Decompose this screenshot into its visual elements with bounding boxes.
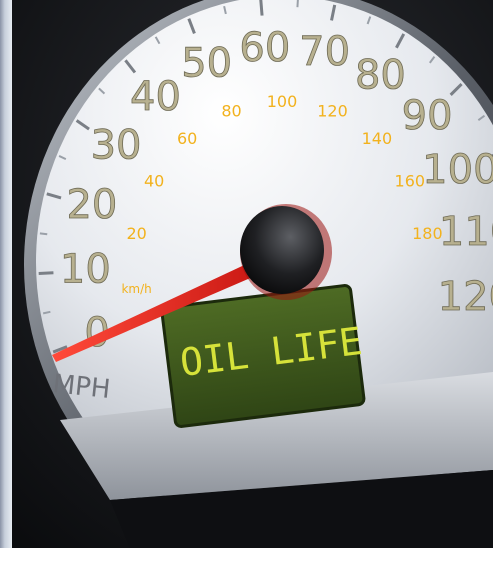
mph-label: 30 bbox=[91, 123, 142, 169]
mph-label: 80 bbox=[355, 53, 406, 99]
mph-label: 10 bbox=[60, 246, 111, 292]
unit-label: MPH bbox=[51, 369, 111, 405]
kmh-label: 160 bbox=[395, 172, 426, 191]
kmh-label: 140 bbox=[362, 129, 393, 148]
mph-label: 120 bbox=[438, 274, 493, 320]
needle-hub bbox=[240, 206, 324, 294]
mph-label: 60 bbox=[239, 25, 290, 71]
mph-label: 40 bbox=[130, 74, 181, 120]
major-tick bbox=[259, 0, 264, 16]
mph-label: 110 bbox=[439, 209, 493, 255]
mph-label: 90 bbox=[402, 93, 453, 139]
kmh-label: 120 bbox=[317, 102, 348, 121]
kmh-label: 20 bbox=[126, 224, 146, 243]
bottom-border bbox=[0, 548, 493, 574]
kmh-label: 40 bbox=[144, 172, 164, 191]
kmh-label: 80 bbox=[221, 102, 241, 121]
speedometer-photo: 0102030405060708090100110120 km/h2040608… bbox=[12, 0, 493, 548]
minor-tick bbox=[39, 232, 48, 236]
kmh-label: 180 bbox=[412, 224, 443, 243]
kmh-label: 100 bbox=[267, 92, 298, 111]
major-tick bbox=[38, 271, 54, 275]
mph-label: 50 bbox=[181, 40, 232, 86]
mph-label: 70 bbox=[299, 29, 350, 75]
kmh-label: 60 bbox=[177, 129, 197, 148]
kmh-label: km/h bbox=[121, 282, 151, 296]
mph-label: 20 bbox=[66, 182, 117, 228]
mph-label: 100 bbox=[422, 147, 493, 193]
